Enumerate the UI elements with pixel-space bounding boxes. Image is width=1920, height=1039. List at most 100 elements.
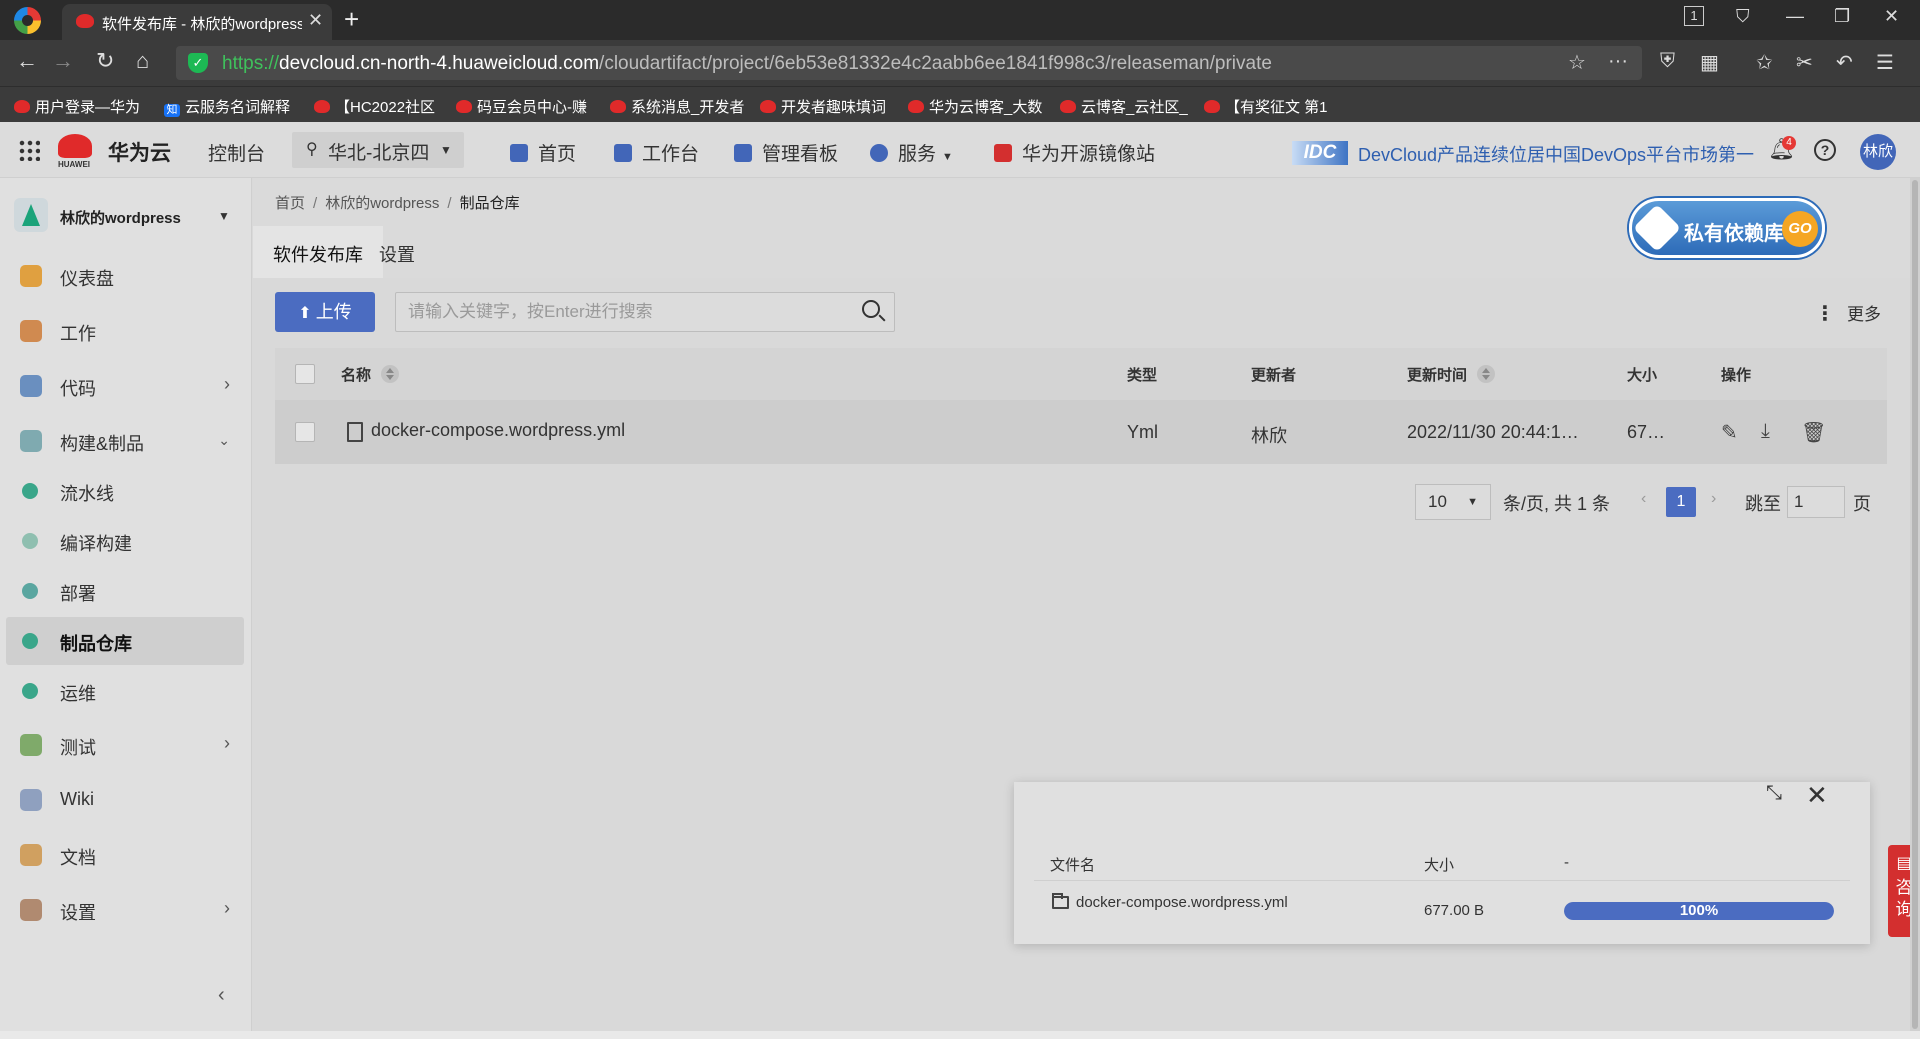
tab-close-icon[interactable]: ✕	[308, 10, 323, 31]
caret-down-icon: ▼	[942, 151, 953, 163]
new-tab-button[interactable]: +	[344, 4, 359, 35]
nav-mirror-site[interactable]: 华为开源镜像站	[994, 139, 1155, 166]
zhihu-favicon-icon: 知	[164, 104, 180, 117]
sidebar-item-pipeline[interactable]: 流水线	[6, 467, 244, 515]
sidebar-item-artifact-repo[interactable]: 制品仓库	[6, 617, 244, 665]
sidebar-item-code[interactable]: 代码 ›	[6, 362, 244, 410]
idc-announcement[interactable]: DevCloud产品连续位居中国DevOps平台市场第一	[1358, 141, 1754, 167]
sidebar-item-wiki[interactable]: Wiki	[6, 776, 244, 824]
huawei-favicon-icon	[76, 14, 94, 28]
region-value: 华北-北京四	[328, 143, 430, 164]
apps-grid-icon[interactable]: ▦	[1700, 50, 1719, 75]
page-size-select[interactable]: 10 ▼	[1415, 484, 1491, 520]
sort-icon[interactable]	[1477, 365, 1496, 383]
column-updater: 更新者	[1251, 367, 1297, 384]
bookmark-item[interactable]: 华为云博客_大数	[908, 96, 1042, 117]
sidebar-item-label: 编译构建	[60, 534, 132, 554]
upload-button[interactable]: ⬆ 上传	[275, 292, 375, 332]
bookmark-item[interactable]: 用户登录—华为	[14, 96, 140, 117]
star-icon[interactable]: ☆	[1568, 50, 1586, 75]
column-updated-time[interactable]: 更新时间	[1407, 364, 1496, 385]
bookmark-item[interactable]: 码豆会员中心-赚	[456, 96, 587, 117]
favorites-icon[interactable]: ✩	[1756, 50, 1773, 75]
sidebar-item-dashboard[interactable]: 仪表盘	[6, 252, 244, 300]
code-icon	[20, 375, 42, 397]
shield-extension-icon[interactable]: ⛨	[1660, 50, 1675, 73]
next-page-icon[interactable]: ›	[1711, 490, 1716, 508]
menu-icon[interactable]: ☰	[1876, 50, 1894, 75]
browser-tab[interactable]: 软件发布库 - 林欣的wordpress ✕	[62, 4, 332, 40]
bookmark-item[interactable]: 知云服务名词解释	[164, 96, 290, 117]
tab-settings[interactable]: 设置	[359, 226, 435, 278]
download-icon[interactable]: ⤓	[1761, 420, 1770, 443]
scroll-thumb[interactable]	[1912, 180, 1918, 1029]
huawei-logo-icon[interactable]	[58, 134, 92, 158]
sidebar-item-test[interactable]: 测试 ›	[6, 721, 244, 769]
table-header: 名称 类型 更新者 更新时间 大小 操作	[275, 348, 1887, 400]
grid-menu-icon[interactable]	[18, 139, 40, 161]
delete-icon[interactable]: 🗑︎	[1801, 420, 1826, 445]
sidebar-item-ops[interactable]: 运维	[6, 667, 244, 715]
sidebar-item-build-artifacts[interactable]: 构建&制品 ⌄	[6, 417, 244, 465]
select-all-checkbox[interactable]	[295, 364, 315, 384]
idc-badge[interactable]: IDC	[1292, 141, 1348, 165]
file-icon	[347, 422, 363, 442]
jump-page-input[interactable]	[1787, 486, 1845, 518]
sort-icon[interactable]	[381, 365, 400, 383]
search-icon[interactable]	[862, 300, 880, 318]
compile-build-icon	[22, 533, 38, 549]
scissors-icon[interactable]: ✂	[1796, 50, 1813, 75]
prev-page-icon[interactable]: ‹	[1641, 490, 1646, 508]
url-text[interactable]: https://devcloud.cn-north-4.huaweicloud.…	[222, 53, 1272, 75]
back-icon[interactable]: ←	[16, 48, 38, 74]
undo-icon[interactable]: ↶	[1836, 50, 1853, 75]
tab-count-badge[interactable]: 1	[1684, 6, 1704, 26]
column-name[interactable]: 名称	[341, 364, 400, 385]
sidebar-item-docs[interactable]: 文档	[6, 831, 244, 879]
help-icon[interactable]: ?	[1814, 139, 1836, 161]
bookmark-item[interactable]: 开发者趣味填词	[760, 96, 886, 117]
breadcrumb-home[interactable]: 首页	[275, 195, 305, 212]
minimize-icon[interactable]: —	[1786, 6, 1804, 27]
project-select[interactable]: 林欣的wordpress ▼	[8, 194, 244, 238]
page-number-current[interactable]: 1	[1666, 487, 1696, 517]
reload-icon[interactable]: ↻	[96, 48, 114, 74]
console-link[interactable]: 控制台	[208, 139, 265, 166]
bookmark-item[interactable]: 云博客_云社区_	[1060, 96, 1188, 117]
bookmark-item[interactable]: 【有奖征文 第1	[1204, 96, 1328, 117]
more-button[interactable]: ⋮ 更多	[1815, 300, 1881, 326]
shirt-skin-icon[interactable]: ⛉	[1736, 6, 1750, 27]
upload-file-name: docker-compose.wordpress.yml	[1076, 894, 1288, 911]
brand-name[interactable]: 华为云	[108, 137, 171, 167]
home-icon[interactable]: ⌂	[136, 48, 149, 74]
sidebar-item-label: 设置	[60, 903, 96, 923]
bookmark-item[interactable]: 系统消息_开发者	[610, 96, 744, 117]
sidebar-item-work[interactable]: 工作	[6, 307, 244, 355]
sidebar-collapse-icon[interactable]: ‹	[218, 984, 225, 1007]
sidebar-item-settings[interactable]: 设置 ›	[6, 886, 244, 934]
bookmark-item[interactable]: 【HC2022社区	[314, 96, 435, 117]
nav-home[interactable]: 首页	[510, 139, 576, 166]
close-panel-icon[interactable]: ✕	[1806, 780, 1828, 811]
sidebar-item-label: 构建&制品	[60, 434, 145, 454]
nav-dashboard[interactable]: 管理看板	[734, 139, 838, 166]
breadcrumb-project[interactable]: 林欣的wordpress	[325, 195, 439, 212]
url-field[interactable]: ✓ https://devcloud.cn-north-4.huaweiclou…	[176, 46, 1642, 80]
window-close-icon[interactable]: ✕	[1884, 6, 1899, 27]
forward-icon[interactable]: →	[52, 48, 74, 74]
nav-services[interactable]: 服务 ▼	[870, 139, 953, 166]
sidebar-item-deploy[interactable]: 部署	[6, 567, 244, 615]
file-name-link[interactable]: docker-compose.wordpress.yml	[371, 420, 625, 441]
minimize-panel-icon[interactable]: ⤡	[1766, 782, 1782, 805]
restore-icon[interactable]: ❐	[1834, 6, 1850, 27]
edit-icon[interactable]: ✎	[1721, 420, 1738, 445]
browser-logo-icon[interactable]	[14, 7, 41, 34]
more-dots-icon[interactable]: ···	[1608, 50, 1628, 73]
search-input[interactable]	[396, 293, 856, 331]
nav-workbench[interactable]: 工作台	[614, 139, 699, 166]
sidebar-item-compile-build[interactable]: 编译构建	[6, 517, 244, 565]
avatar[interactable]: 林欣	[1860, 134, 1896, 170]
row-checkbox[interactable]	[295, 422, 315, 442]
region-select[interactable]: ⚲ 华北-北京四 ▼	[292, 132, 464, 168]
main-scrollbar[interactable]	[1910, 178, 1920, 1031]
